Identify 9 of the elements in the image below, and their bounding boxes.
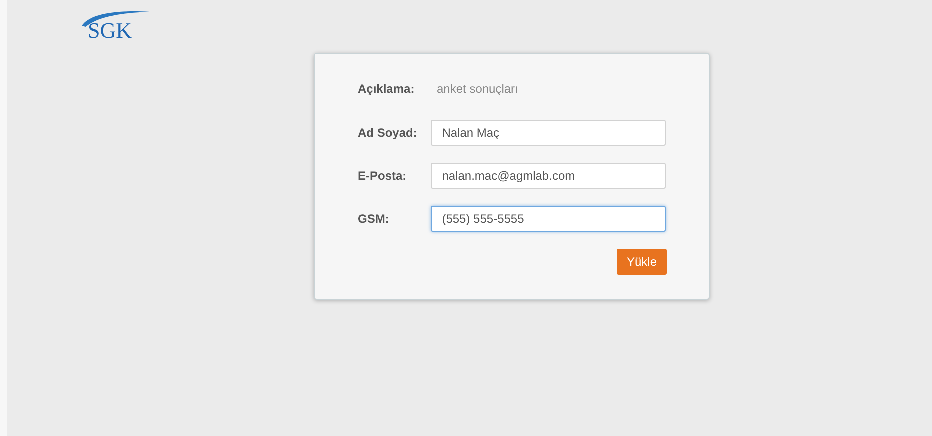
input-field[interactable]: Nalan Maç [431,120,666,146]
field-label: GSM: [358,211,390,228]
input-field[interactable]: nalan.mac@agmlab.com [431,163,666,189]
field-label: E-Posta: [358,168,408,185]
field-label: Ad Soyad: [358,125,418,142]
logo-text: SGK [88,19,132,43]
input-field[interactable]: (555) 555-5555 [431,206,666,232]
field-label: Açıklama: [358,81,416,98]
description-text: anket sonuçları [437,81,518,98]
